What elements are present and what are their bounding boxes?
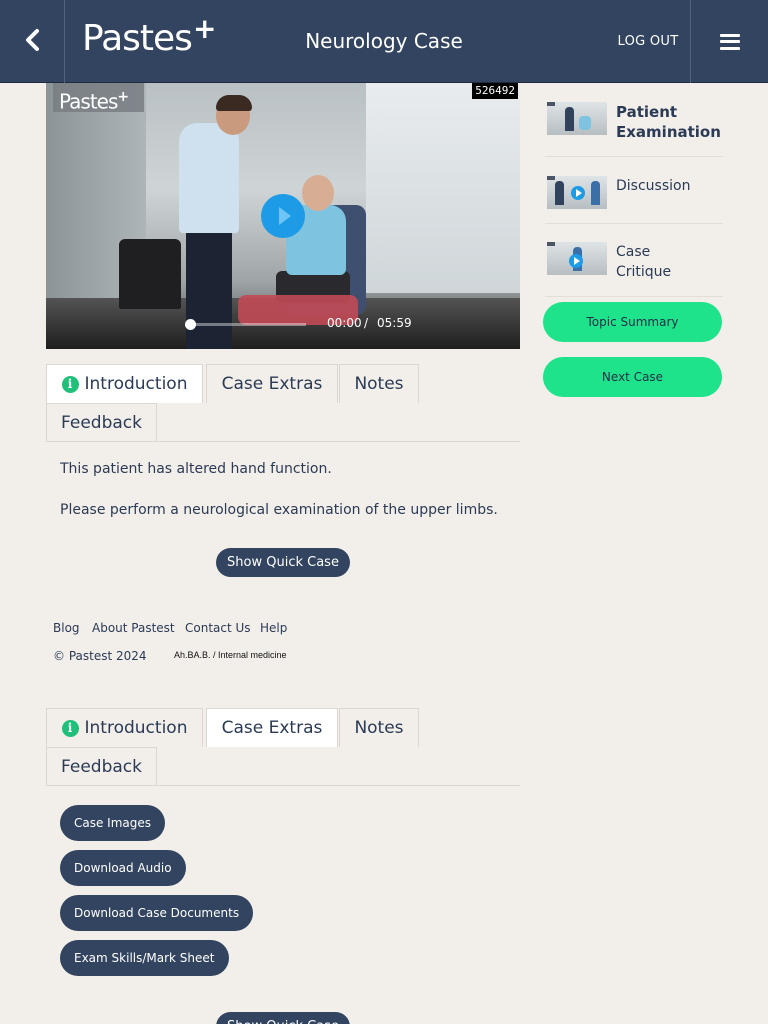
topic-summary-button[interactable]: Topic Summary bbox=[543, 302, 722, 342]
time-separator: / bbox=[364, 316, 369, 330]
chevron-left-icon bbox=[24, 28, 40, 56]
copyright-text: © Pastest 2024 bbox=[53, 649, 147, 663]
exam-skills-mark-sheet-button[interactable]: Exam Skills/Mark Sheet bbox=[60, 940, 229, 976]
page-title: Neurology Case bbox=[305, 29, 463, 53]
show-quick-case-button[interactable]: Show Quick Case bbox=[216, 548, 350, 577]
total-time: 05:59 bbox=[377, 316, 412, 330]
logo-plus: + bbox=[192, 12, 216, 45]
tab-feedback[interactable]: Feedback bbox=[46, 747, 157, 786]
tab-feedback[interactable]: Feedback bbox=[46, 403, 157, 442]
footer-link-help[interactable]: Help bbox=[260, 621, 287, 635]
video-player[interactable]: Pastes+ 526492 00:00 / 05:59 bbox=[46, 83, 520, 349]
video-watermark-logo: Pastes+ bbox=[53, 83, 144, 114]
download-audio-button[interactable]: Download Audio bbox=[60, 850, 186, 886]
back-button[interactable] bbox=[0, 0, 65, 83]
video-thumbnail bbox=[547, 102, 607, 135]
tab-case-extras[interactable]: Case Extras bbox=[206, 708, 338, 747]
sidebar-item-label: Case Critique bbox=[616, 244, 672, 280]
footer-link-blog[interactable]: Blog bbox=[53, 621, 80, 635]
progress-bar[interactable] bbox=[186, 323, 306, 326]
sidebar-item-label: Discussion bbox=[616, 178, 691, 194]
download-case-documents-button[interactable]: Download Case Documents bbox=[60, 895, 254, 931]
play-icon bbox=[569, 254, 583, 268]
intro-text-line-2: Please perform a neurological examinatio… bbox=[60, 502, 498, 518]
pastest-logo[interactable]: Pastes + bbox=[82, 12, 216, 62]
tab-notes[interactable]: Notes bbox=[339, 364, 419, 403]
sidebar-item-patient-examination[interactable]: Patient Examination bbox=[545, 91, 723, 157]
footer-link-about[interactable]: About Pastest bbox=[92, 621, 175, 635]
info-icon: i bbox=[61, 375, 79, 393]
hamburger-menu-icon bbox=[719, 33, 740, 50]
build-tag: Ah.BA.B. / Internal medicine bbox=[174, 650, 287, 660]
sidebar-item-label: Patient Examination bbox=[616, 103, 721, 141]
current-time: 00:00 bbox=[327, 316, 362, 330]
next-case-button[interactable]: Next Case bbox=[543, 357, 722, 397]
info-icon: i bbox=[61, 719, 79, 737]
video-id-badge: 526492 bbox=[472, 83, 518, 99]
case-tabs-top: i Introduction Case Extras Notes Feedbac… bbox=[46, 364, 520, 442]
menu-button[interactable] bbox=[690, 0, 768, 83]
tab-divider bbox=[46, 785, 520, 786]
tab-divider bbox=[46, 441, 520, 442]
sidebar-item-case-critique[interactable]: Case Critique bbox=[545, 224, 723, 297]
footer-link-contact[interactable]: Contact Us bbox=[185, 621, 251, 635]
case-images-button[interactable]: Case Images bbox=[60, 805, 166, 841]
video-thumbnail bbox=[547, 176, 607, 209]
video-thumbnail bbox=[547, 242, 607, 275]
tab-introduction[interactable]: i Introduction bbox=[46, 364, 203, 403]
play-icon bbox=[571, 186, 585, 200]
logo-text: Pastes bbox=[82, 18, 193, 59]
top-header: Pastes + Neurology Case LOG OUT bbox=[0, 0, 768, 83]
sidebar-item-discussion[interactable]: Discussion bbox=[545, 157, 723, 224]
case-tabs-bottom: i Introduction Case Extras Notes Feedbac… bbox=[46, 708, 520, 786]
intro-text-line-1: This patient has altered hand function. bbox=[60, 461, 332, 477]
logout-button[interactable]: LOG OUT bbox=[606, 34, 690, 49]
tab-introduction[interactable]: i Introduction bbox=[46, 708, 203, 747]
tab-notes[interactable]: Notes bbox=[339, 708, 419, 747]
show-quick-case-button[interactable]: Show Quick Case bbox=[216, 1012, 350, 1024]
progress-handle[interactable] bbox=[185, 319, 196, 330]
play-button[interactable] bbox=[261, 194, 305, 238]
tab-case-extras[interactable]: Case Extras bbox=[206, 364, 338, 403]
